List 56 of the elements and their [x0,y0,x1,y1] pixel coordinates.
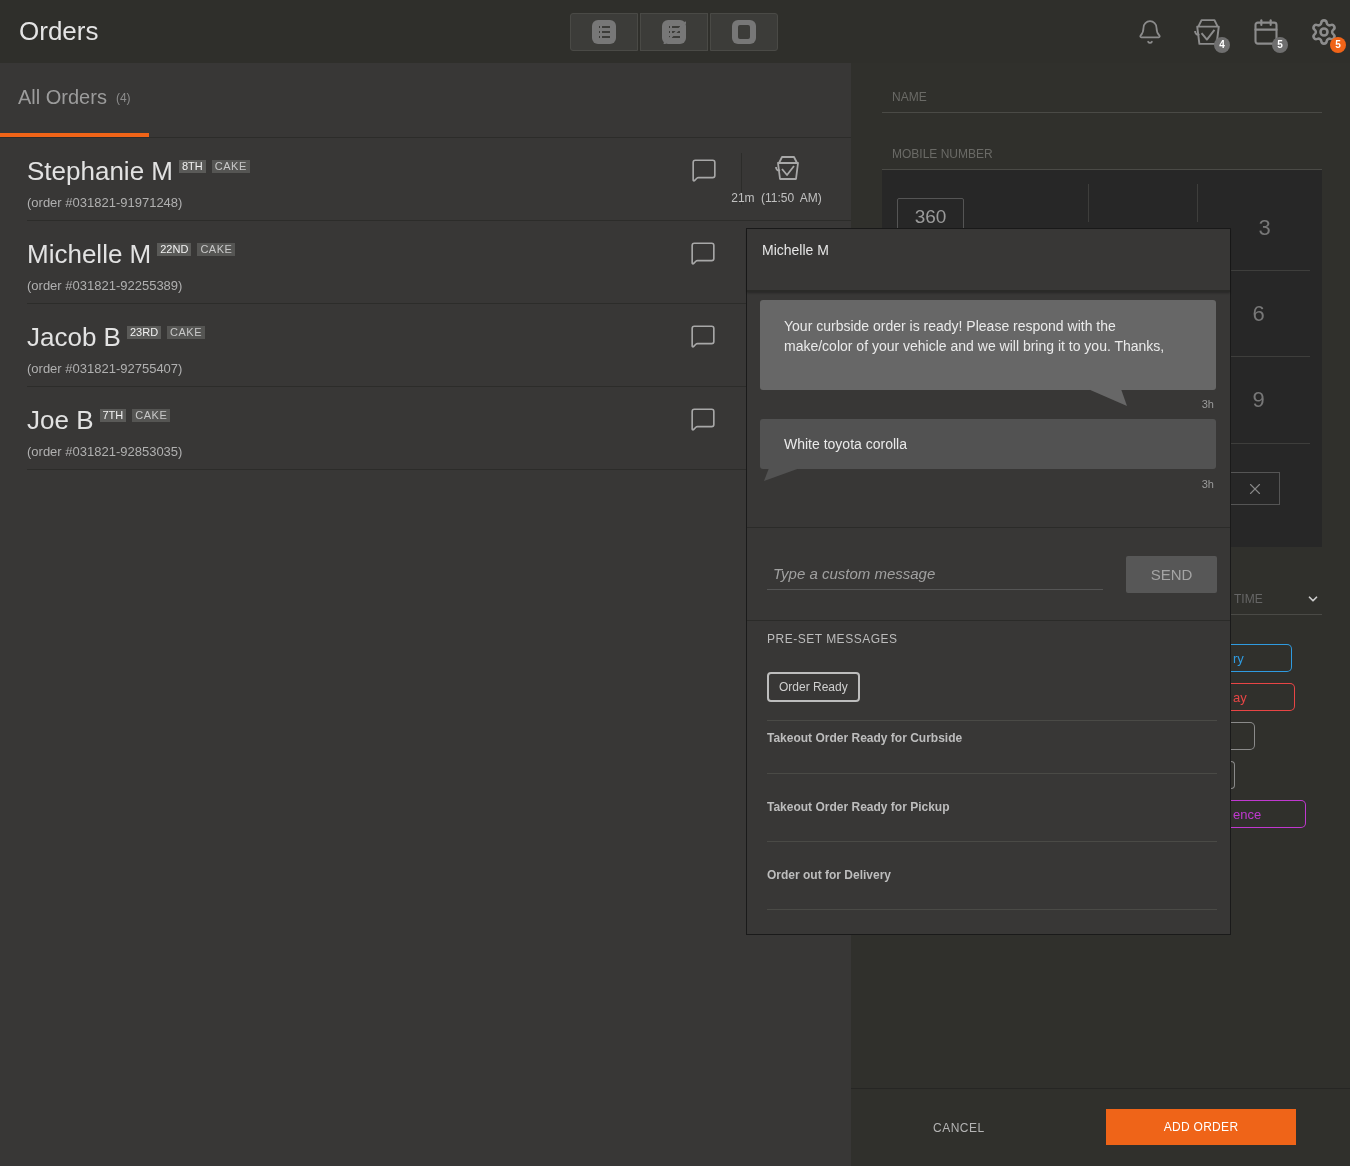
bell-icon [1137,18,1163,45]
count-badge: 5 [1330,36,1346,53]
chat-button[interactable] [690,406,716,432]
count-badge: 4 [1214,36,1230,53]
list-icon [592,19,616,44]
view-button[interactable] [640,12,708,51]
name-field[interactable]: NAME [882,63,1322,113]
seat-tag: 8TH [179,160,206,173]
count-badge: 5 [1272,36,1288,53]
orders-tab[interactable]: All Orders (4) [0,62,149,137]
view-button[interactable] [710,12,778,51]
order-number: (order #031821-92853035) [27,444,184,459]
list-off-icon [662,19,686,44]
customer-name: Michelle M [27,240,152,268]
customer-name: Jacob B [27,323,121,351]
chat-button[interactable] [690,240,716,266]
chat-button[interactable] [691,157,717,183]
preset-message[interactable]: Takeout Order Ready for Pickup [767,774,1217,842]
sent-message-bubble: Your curbside order is ready! Please respond with the make/color of your vehicle and we will bring it to you. Thanks, [760,300,1216,390]
gear-button[interactable]: 5 [1310,16,1346,53]
send-button[interactable]: SEND [1126,555,1217,593]
chip-icon [732,19,756,44]
calendar-button[interactable]: 5 [1252,16,1288,53]
order-number: (order #031821-91971248) [27,195,184,210]
preset-message[interactable]: Order out for Delivery [767,842,1217,910]
page-title: Orders [19,16,100,47]
bubble-tail-icon [1088,389,1128,406]
category-tag: CAKE [167,326,206,339]
add-order-button[interactable]: ADD ORDER [1106,1108,1296,1145]
order-time: 21m (11:50 AM) [731,191,822,205]
message-input[interactable]: Type a custom message [767,558,1103,590]
customer-name: Joe B [27,406,94,434]
cancel-button[interactable]: CANCEL [927,1119,991,1136]
seat-tag: 22ND [157,243,192,256]
view-button[interactable] [570,12,638,51]
keypad-key[interactable]: 6 [1252,301,1265,326]
keypad-key[interactable]: 9 [1252,388,1265,412]
takeout-box-icon [774,155,801,181]
seat-tag: 23RD [126,326,162,339]
order-number: (order #031821-92255389) [27,278,184,293]
bubble-tail-icon [764,468,800,481]
category-tag: CAKE [211,160,250,173]
order-number: (order #031821-92755407) [27,361,184,376]
category-tag: CAKE [132,409,171,422]
preset-chip[interactable]: Order Ready [767,672,860,702]
preset-message[interactable]: Takeout Order Ready for Curbside [767,721,1217,774]
message-time: 3h [1201,478,1214,490]
category-tag: CAKE [197,243,236,256]
section-title: PRE-SET MESSAGES [767,632,899,646]
chat-button[interactable] [690,323,716,349]
seat-tag: 7TH [99,409,127,422]
chat-contact-name: Michelle M [762,242,829,258]
message-time: 3h [1201,398,1214,410]
customer-name: Stephanie M [27,157,173,185]
keypad-key[interactable]: 3 [1258,216,1271,240]
takeout-button[interactable]: 4 [1194,16,1230,53]
